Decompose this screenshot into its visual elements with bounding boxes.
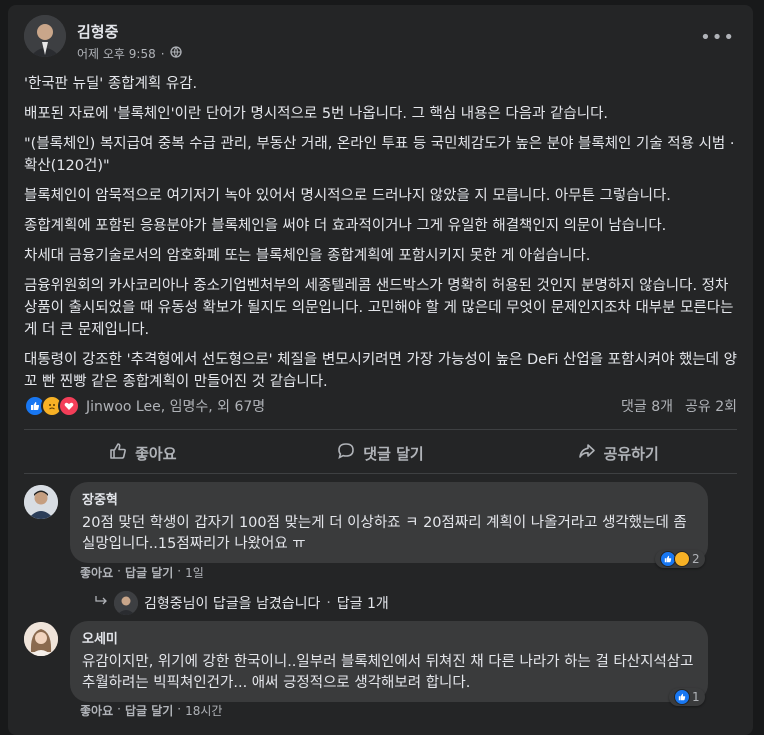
- commenter-avatar[interactable]: [24, 485, 58, 519]
- comment-meta: 좋아요 · 답글 달기 · 1일: [80, 564, 204, 581]
- shares-count[interactable]: 공유 2회: [685, 396, 737, 416]
- post-card: 김형중 어제 오후 9:58 · ••• '한국판 뉴딜' 종합계획 유감. 배…: [8, 5, 753, 735]
- engagement-counts: 댓글 8개 공유 2회: [621, 396, 737, 416]
- more-options-icon[interactable]: •••: [700, 27, 735, 48]
- comments-count[interactable]: 댓글 8개: [621, 396, 673, 416]
- divider: [24, 429, 737, 430]
- share-label: 공유하기: [603, 444, 659, 463]
- post-paragraph: 배포된 자료에 '블록체인'이란 단어가 명시적으로 5번 나옵니다. 그 핵심…: [24, 106, 609, 122]
- comment-text: 20점 맞던 학생이 갑자기 100점 맞는게 더 이상하죠 ㅋ 20점짜리 계…: [82, 515, 687, 552]
- post-paragraph: 차세대 금융기술로서의 암호화폐 또는 블록체인을 종합계획에 포함시키지 못한…: [24, 248, 591, 264]
- post-actions: 좋아요 댓글 달기 공유하기: [24, 435, 737, 471]
- comment-text: 유감이지만, 위기에 강한 한국이니..일부러 블록체인에서 뒤쳐진 채 다른 …: [82, 654, 694, 691]
- reaction-summary[interactable]: Jinwoo Lee, 임명수, 외 67명: [24, 395, 265, 417]
- author-name[interactable]: 김형중: [77, 21, 118, 42]
- reply-summary-text: 김형중님이 답글을 남겼습니다: [144, 596, 321, 612]
- post-meta: 어제 오후 9:58 ·: [77, 45, 182, 62]
- comment-button[interactable]: 댓글 달기: [262, 435, 500, 471]
- reply-author-avatar: [114, 591, 138, 615]
- comment: 장중혁 20점 맞던 학생이 갑자기 100점 맞는게 더 이상하죠 ㅋ 20점…: [70, 482, 708, 563]
- post-paragraph: 대통령이 강조한 '추격형에서 선도형으로' 체질을 변모시키려면 가장 가능성…: [24, 352, 737, 390]
- post-paragraph: 종합계획에 포함된 응용분야가 블록체인을 써야 더 효과적이거나 그게 유일한…: [24, 218, 667, 234]
- like-reaction-icon: [674, 689, 690, 705]
- reply-summary[interactable]: 김형중님이 답글을 남겼습니다 · 답글 1개: [94, 591, 389, 615]
- comment-reply-link[interactable]: 답글 달기: [125, 564, 173, 581]
- comment-time[interactable]: 1일: [185, 564, 204, 581]
- comment-meta: 좋아요 · 답글 달기 · 18시간: [80, 702, 223, 719]
- reply-arrow-icon: [94, 595, 108, 611]
- like-button[interactable]: 좋아요: [24, 435, 262, 471]
- like-label: 좋아요: [135, 444, 177, 463]
- commenter-avatar[interactable]: [24, 622, 58, 656]
- post-paragraph: "(블록체인) 복지급여 중복 수급 관리, 부동산 거래, 온라인 투표 등 …: [24, 136, 735, 174]
- comment-bubble: 장중혁 20점 맞던 학생이 갑자기 100점 맞는게 더 이상하죠 ㅋ 20점…: [70, 482, 708, 563]
- reaction-names[interactable]: Jinwoo Lee, 임명수, 외 67명: [86, 396, 265, 416]
- comment-reply-link[interactable]: 답글 달기: [125, 702, 173, 719]
- comment-like-link[interactable]: 좋아요: [80, 564, 113, 581]
- post-paragraph: 블록체인이 암묵적으로 여기저기 녹아 있어서 명시적으로 드러나지 않았을 지…: [24, 188, 671, 204]
- comment-label: 댓글 달기: [363, 444, 424, 463]
- comment-like-link[interactable]: 좋아요: [80, 702, 113, 719]
- meta-separator: ·: [160, 46, 165, 61]
- comment-time[interactable]: 18시간: [185, 702, 222, 719]
- post-paragraph: '한국판 뉴딜' 종합계획 유감.: [24, 76, 198, 92]
- sad-reaction-icon: [674, 551, 690, 567]
- comment-reaction-count: 2: [692, 552, 700, 566]
- commenter-name[interactable]: 오세미: [82, 629, 696, 650]
- comment-reaction-count: 1: [692, 690, 700, 704]
- love-reaction-icon: [58, 395, 80, 417]
- comment-reactions[interactable]: 2: [655, 550, 705, 568]
- public-globe-icon[interactable]: [169, 46, 182, 61]
- share-button[interactable]: 공유하기: [499, 435, 737, 471]
- divider: [24, 473, 737, 474]
- reply-count: 답글 1개: [336, 596, 389, 612]
- comment-reactions[interactable]: 1: [669, 688, 705, 706]
- comment-bubble: 오세미 유감이지만, 위기에 강한 한국이니..일부러 블록체인에서 뒤쳐진 채…: [70, 621, 708, 702]
- share-arrow-icon: [578, 442, 596, 464]
- thumbs-up-icon: [109, 442, 127, 464]
- comment: 오세미 유감이지만, 위기에 강한 한국이니..일부러 블록체인에서 뒤쳐진 채…: [70, 621, 708, 702]
- author-avatar[interactable]: [24, 15, 66, 57]
- post-paragraph: 금융위원회의 카사코리아나 중소기업벤처부의 세종텔레콤 샌드박스가 명확히 허…: [24, 278, 734, 338]
- post-body: '한국판 뉴딜' 종합계획 유감. 배포된 자료에 '블록체인'이란 단어가 명…: [24, 73, 744, 401]
- comment-bubble-icon: [337, 442, 355, 464]
- commenter-name[interactable]: 장중혁: [82, 490, 696, 511]
- post-time[interactable]: 어제 오후 9:58: [77, 45, 156, 62]
